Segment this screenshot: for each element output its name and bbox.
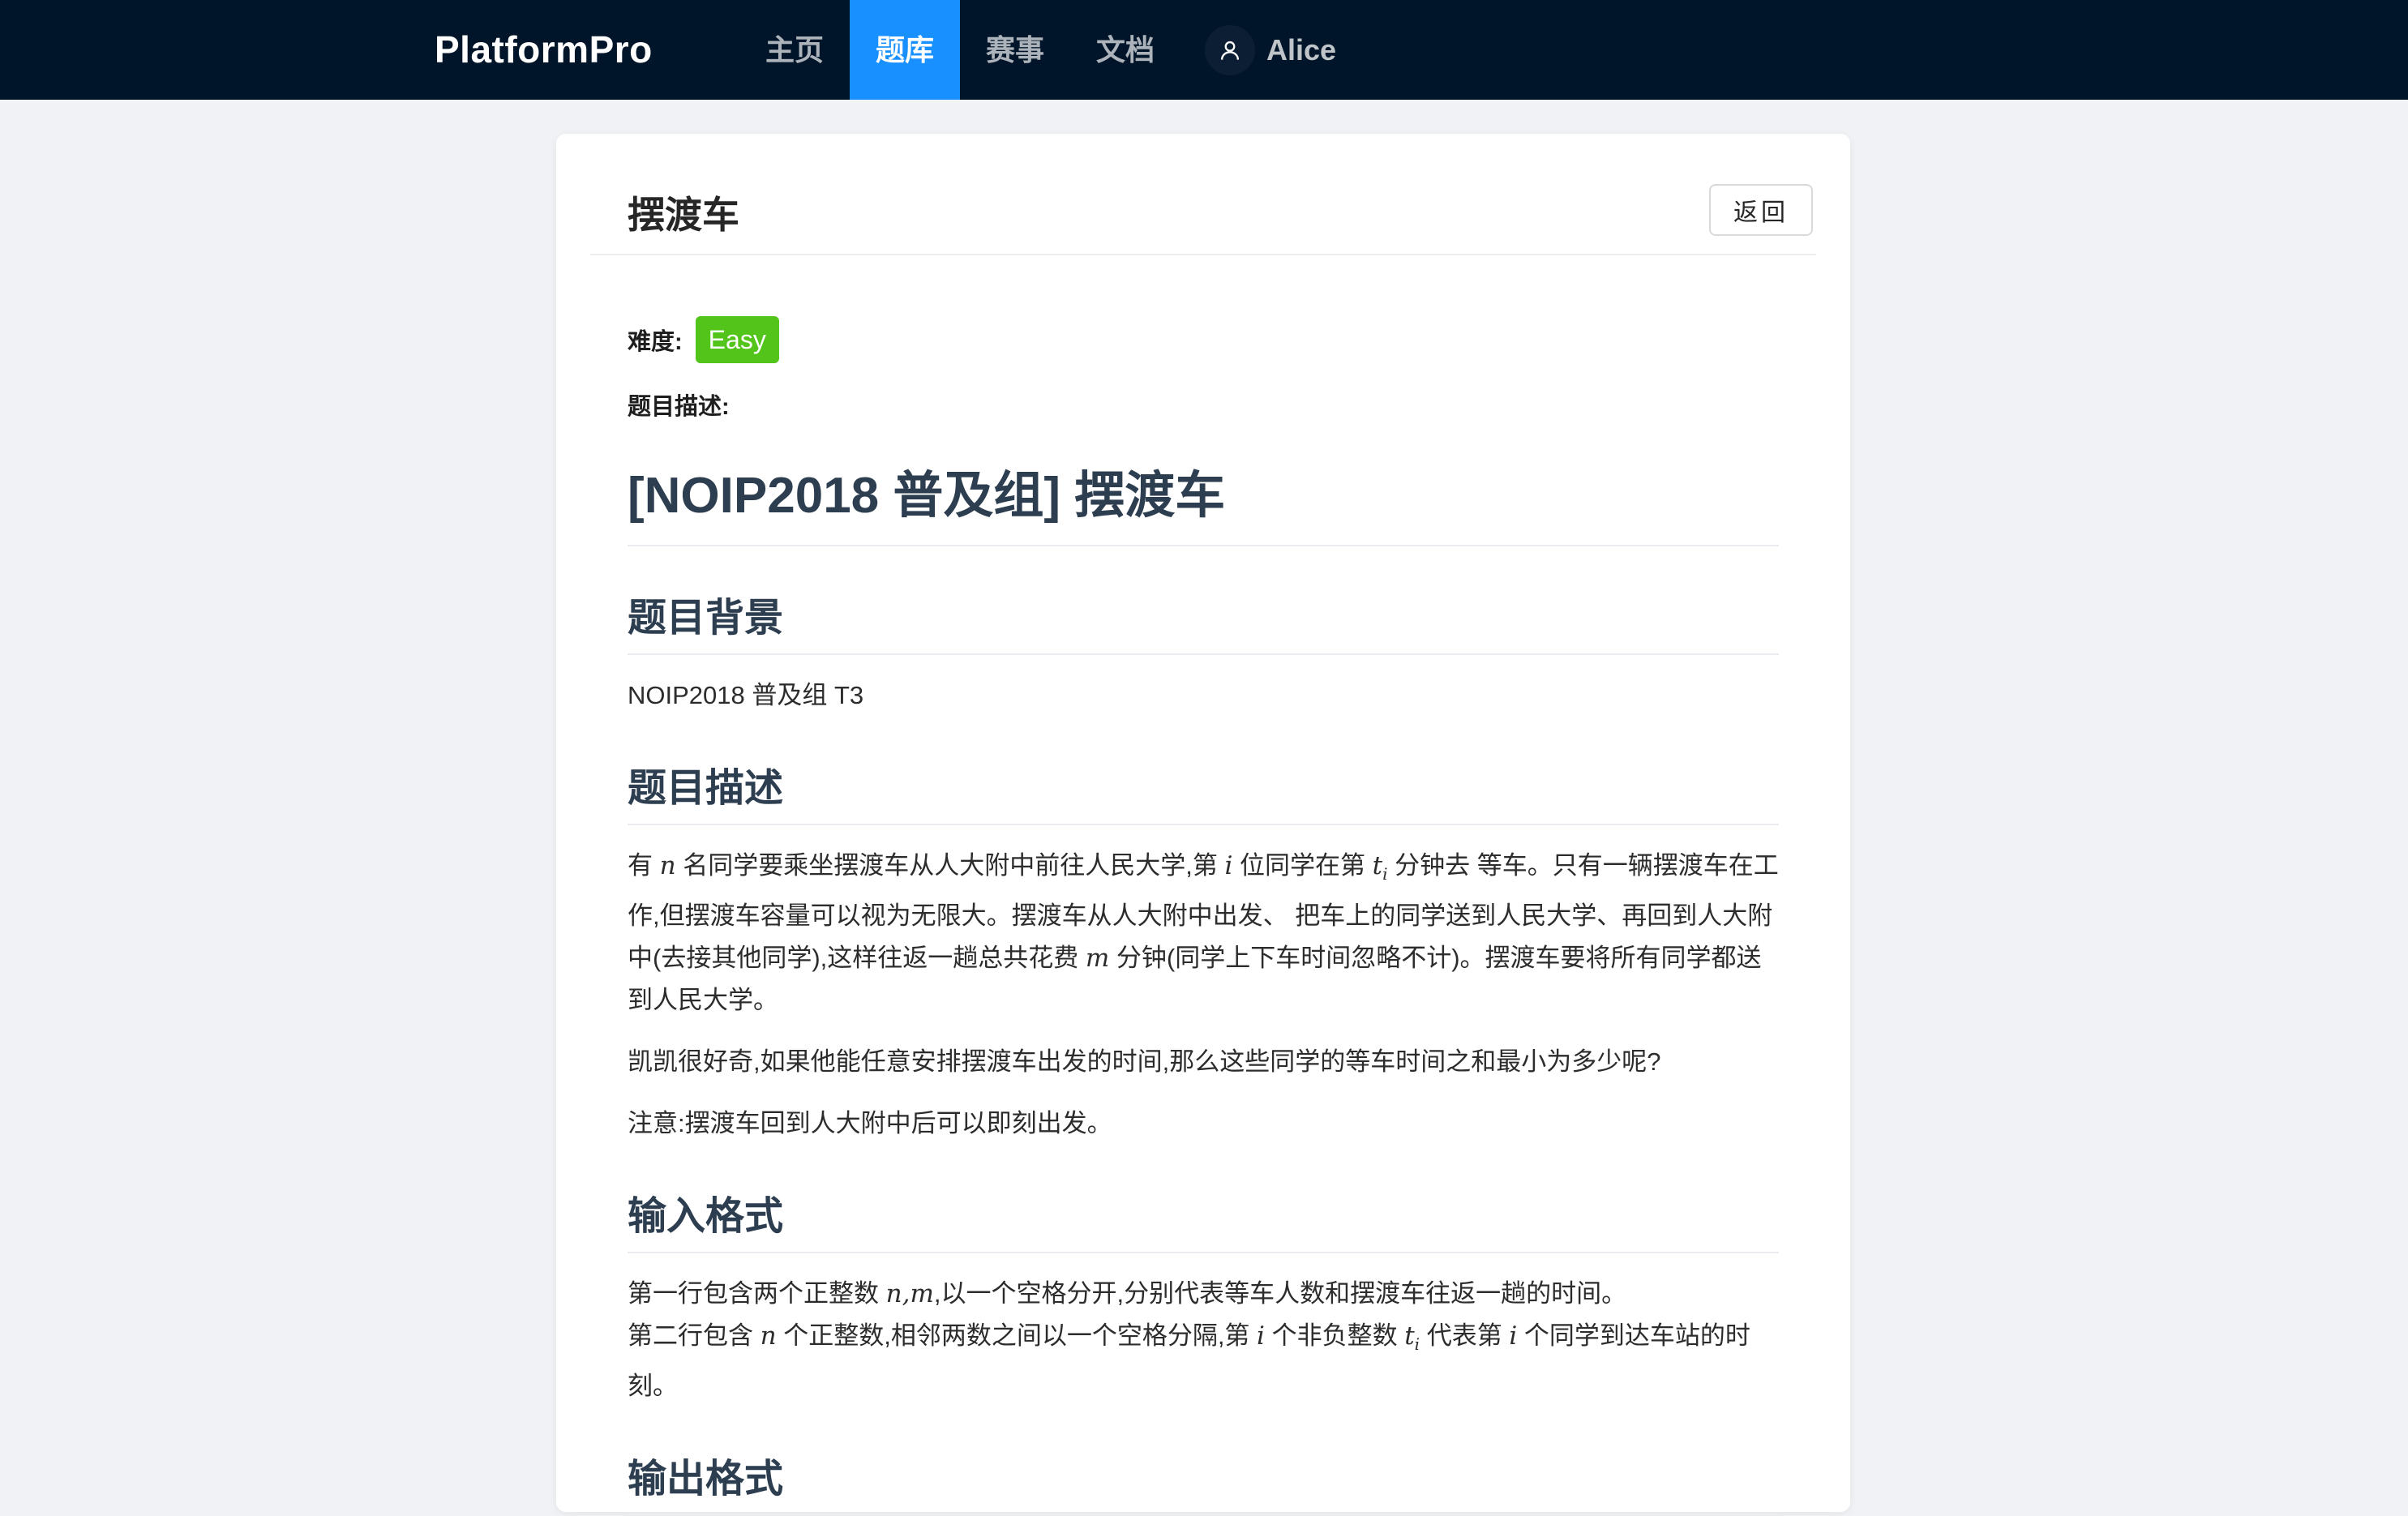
nav-item-contests[interactable]: 赛事 — [960, 0, 1070, 100]
user-icon — [1205, 24, 1255, 75]
difficulty-row: 难度: Easy — [628, 316, 1779, 363]
description-paragraph-3: 注意:摆渡车回到人大附中后可以即刻出发。 — [628, 1109, 1112, 1138]
description-label: 题目描述: — [628, 394, 730, 420]
nav-item-home[interactable]: 主页 — [739, 0, 850, 100]
card-header: 摆渡车 返回 — [590, 134, 1816, 255]
input-format-text: 第一行包含两个正整数 n,m,以一个空格分开,分别代表等车人数和摆渡车往返一趟的… — [628, 1279, 1750, 1401]
nav-item-problems[interactable]: 题库 — [850, 0, 961, 100]
nav-item-docs[interactable]: 文档 — [1070, 0, 1180, 100]
card-title: 摆渡车 — [628, 194, 739, 236]
input-format-heading: 输入格式 — [628, 1184, 1779, 1254]
top-navbar: PlatformPro 主页 题库 赛事 文档 Alice — [0, 0, 2408, 100]
difficulty-label: 难度: — [628, 329, 683, 355]
main-nav: 主页 题库 赛事 文档 — [739, 0, 1180, 100]
background-text: NOIP2018 普及组 T3 — [628, 681, 864, 709]
description-paragraph-1: 有 n 名同学要乘坐摆渡车从人大附中前往人民大学,第 i 位同学在第 ti 分钟… — [628, 851, 1779, 1015]
problem-title: [NOIP2018 普及组] 摆渡车 — [628, 454, 1779, 546]
description-paragraph-2: 凯凯很好奇,如果他能任意安排摆渡车出发的时间,那么这些同学的等车时间之和最小为多… — [628, 1047, 1661, 1077]
brand-logo[interactable]: PlatformPro — [435, 0, 653, 100]
output-format-heading: 输出格式 — [628, 1446, 1779, 1516]
user-menu[interactable]: Alice — [1205, 0, 1336, 100]
problem-card: 摆渡车 返回 难度: Easy 题目描述: [NOIP2018 普及组] 摆渡车… — [556, 134, 1850, 1516]
background-heading: 题目背景 — [628, 585, 1779, 655]
difficulty-badge: Easy — [695, 316, 779, 363]
description-heading: 题目描述 — [628, 756, 1779, 825]
back-button[interactable]: 返回 — [1709, 184, 1813, 236]
problem-body: 难度: Easy 题目描述: [NOIP2018 普及组] 摆渡车 题目背景 N… — [628, 316, 1779, 1516]
user-name: Alice — [1266, 32, 1337, 66]
